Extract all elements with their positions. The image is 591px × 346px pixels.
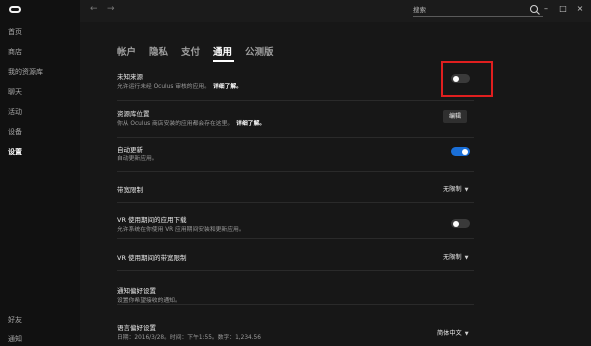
sidebar: 首页 商店 我的资源库 聊天 活动 设备 设置 好友 通知	[0, 0, 80, 346]
setting-title: VR 使用期间的应用下载	[117, 216, 187, 224]
chevron-down-icon: ▼	[464, 331, 469, 337]
tab-general[interactable]: 通用	[213, 44, 232, 58]
tab-payment[interactable]: 支付	[181, 44, 200, 58]
toggle-knob	[453, 220, 459, 227]
sidebar-item-devices[interactable]: 设备	[8, 127, 22, 137]
bandwidth-limit-dropdown[interactable]: 无限制 ▼	[443, 184, 468, 193]
setting-vr-bandwidth: VR 使用期间的带宽限制 无限制 ▼	[117, 239, 474, 271]
setting-title: 带宽限制	[117, 186, 143, 194]
setting-title: 语言偏好设置	[117, 324, 156, 332]
setting-unknown-sources: 未知来源 允许运行未经 Oculus 审核的应用。 详细了解。	[117, 65, 474, 101]
setting-library-location: 资源库位置 你从 Oculus 商店安装的应用都会存在这里。 详细了解。 编辑	[117, 101, 474, 138]
sidebar-item-events[interactable]: 活动	[8, 107, 22, 117]
setting-bandwidth-limit: 带宽限制 无限制 ▼	[117, 172, 474, 203]
active-tab-indicator	[213, 60, 234, 62]
dropdown-value: 无限制	[443, 186, 462, 193]
search-box	[413, 4, 543, 17]
vr-bandwidth-dropdown[interactable]: 无限制 ▼	[443, 252, 468, 261]
back-arrow-icon[interactable]: ←	[90, 4, 98, 14]
chevron-down-icon: ▼	[464, 187, 469, 193]
learn-more-link[interactable]: 详细了解。	[213, 84, 242, 90]
tab-account[interactable]: 帐户	[117, 44, 136, 58]
sidebar-item-library[interactable]: 我的资源库	[8, 67, 43, 77]
setting-description: 允许系统在你使用 VR 应用期间安装和更新应用。	[117, 227, 245, 233]
setting-description: 日期：2016/3/28。时间：下午1:55。数字：1,234.56	[117, 335, 261, 341]
sidebar-item-store[interactable]: 商店	[8, 47, 22, 57]
auto-update-toggle[interactable]	[451, 147, 470, 156]
setting-description: 允许运行未经 Oculus 审核的应用。 详细了解。	[117, 81, 242, 90]
setting-language: 语言偏好设置 日期：2016/3/28。时间：下午1:55。数字：1,234.5…	[117, 305, 474, 343]
maximize-icon[interactable]: □	[557, 3, 569, 15]
setting-description: 自动更新应用。	[117, 156, 158, 162]
close-icon[interactable]: ×	[574, 3, 586, 15]
learn-more-link[interactable]: 详细了解。	[236, 121, 265, 127]
toggle-knob	[462, 148, 468, 155]
sidebar-item-friends[interactable]: 好友	[8, 315, 22, 325]
setting-description-text: 你从 Oculus 商店安装的应用都会存在这里。	[117, 121, 234, 127]
tab-beta[interactable]: 公测版	[245, 44, 274, 58]
setting-vr-downloads: VR 使用期间的应用下载 允许系统在你使用 VR 应用期间安装和更新应用。	[117, 203, 474, 239]
sidebar-item-home[interactable]: 首页	[8, 27, 22, 37]
dropdown-value: 简体中文	[437, 330, 462, 337]
setting-description: 设置你希望接收的通知。	[117, 298, 181, 304]
forward-arrow-icon[interactable]: →	[107, 4, 115, 14]
oculus-logo-icon[interactable]	[9, 6, 21, 13]
sidebar-item-notifications[interactable]: 通知	[8, 334, 22, 344]
setting-title: 资源库位置	[117, 110, 150, 118]
setting-title: VR 使用期间的带宽限制	[117, 254, 187, 262]
chevron-down-icon: ▼	[464, 255, 469, 261]
sidebar-item-chat[interactable]: 聊天	[8, 87, 22, 97]
vr-downloads-toggle[interactable]	[451, 219, 470, 228]
top-bar: ← → – □ ×	[80, 0, 591, 22]
search-input[interactable]	[413, 4, 523, 16]
edit-library-button[interactable]: 编辑	[443, 110, 468, 123]
highlight-box	[441, 61, 493, 97]
setting-title: 通知偏好设置	[117, 287, 156, 295]
language-dropdown[interactable]: 简体中文 ▼	[437, 328, 469, 337]
tab-privacy[interactable]: 隐私	[149, 44, 168, 58]
sidebar-item-settings[interactable]: 设置	[8, 147, 22, 157]
setting-description-text: 允许运行未经 Oculus 审核的应用。	[117, 84, 210, 90]
dropdown-value: 无限制	[443, 254, 462, 261]
minimize-icon[interactable]: –	[540, 3, 552, 15]
settings-panel: 帐户 隐私 支付 通用 公测版 未知来源 允许运行未经 Oculus 审核的应用…	[80, 22, 591, 346]
setting-description: 你从 Oculus 商店安装的应用都会存在这里。 详细了解。	[117, 118, 265, 127]
setting-title: 未知来源	[117, 73, 143, 81]
setting-notifications[interactable]: 通知偏好设置 设置你希望接收的通知。	[117, 271, 474, 305]
setting-auto-update: 自动更新 自动更新应用。	[117, 138, 474, 172]
